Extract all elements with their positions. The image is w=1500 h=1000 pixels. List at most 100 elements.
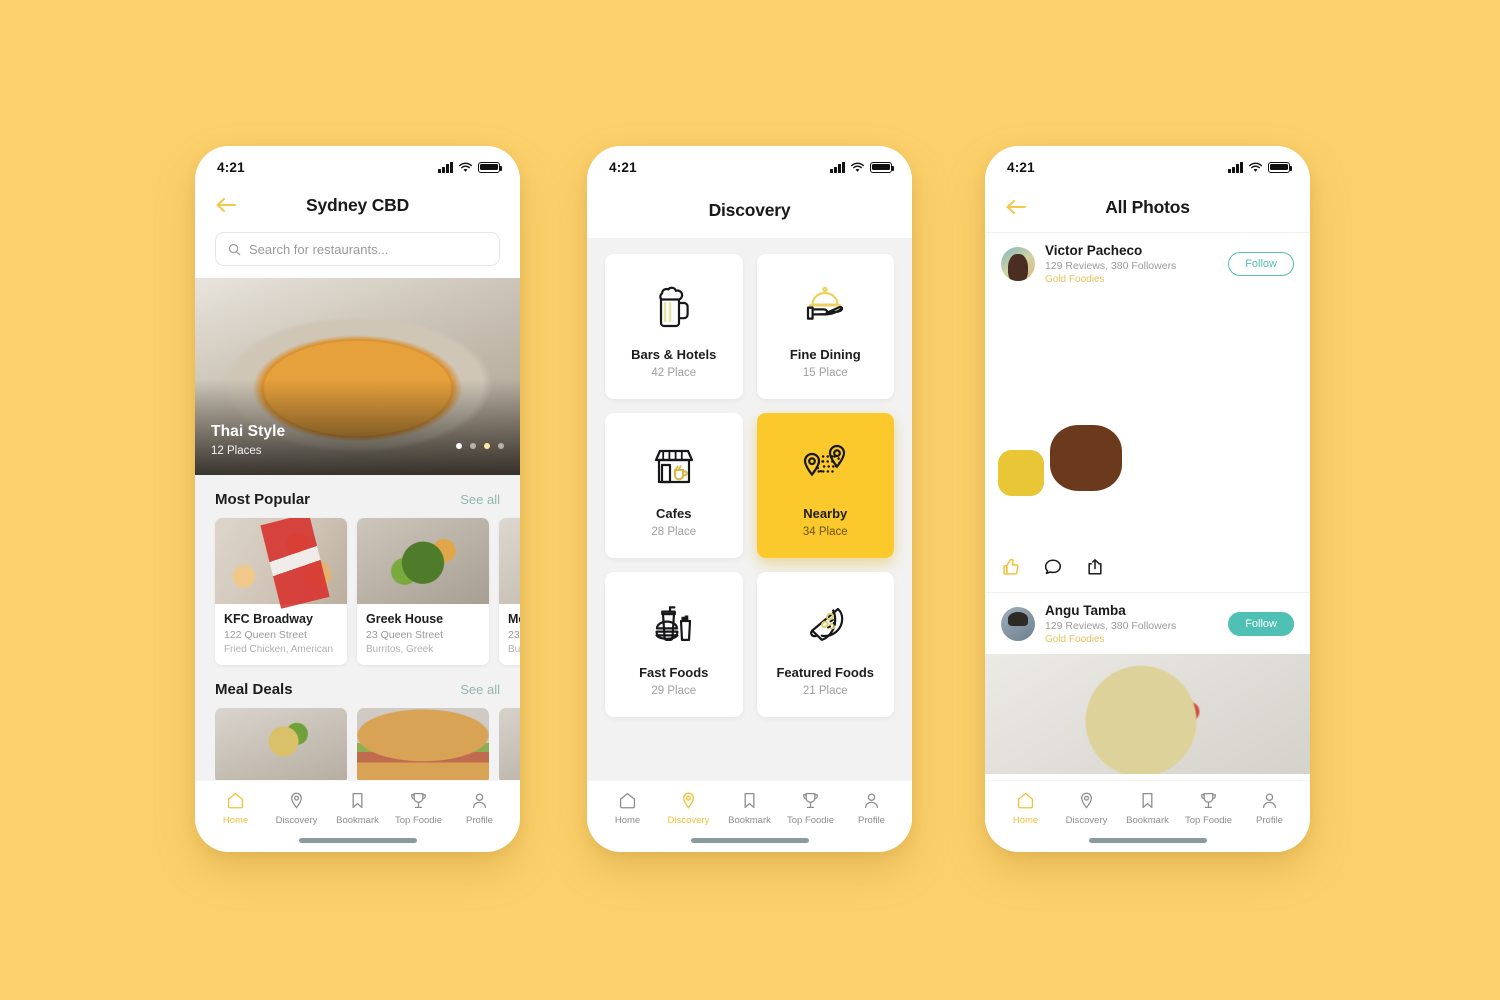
category-card-fine-dining[interactable]: Fine Dining 15 Place	[756, 254, 894, 399]
bottom-tab-bar[interactable]: Home Discovery Bookmark Top Foodie Profi…	[985, 780, 1310, 831]
user-info: Victor Pacheco 129 Reviews, 380 Follower…	[1045, 243, 1218, 285]
arrow-left-icon[interactable]	[213, 192, 239, 218]
category-name: Nearby	[803, 505, 848, 521]
share-icon[interactable]	[1085, 557, 1105, 582]
category-grid: Bars & Hotels 42 Place Fine Dining 15 Pl…	[605, 254, 894, 717]
avatar[interactable]	[1001, 247, 1035, 281]
tab-label: Home	[614, 815, 641, 827]
page-title: Discovery	[708, 199, 791, 220]
follow-button[interactable]: Follow	[1228, 252, 1294, 276]
tab-home[interactable]: Home	[599, 791, 657, 826]
category-name: Featured Foods	[776, 664, 874, 680]
tab-discovery[interactable]: Discovery	[268, 791, 326, 826]
tab-top-foodie[interactable]: Top Foodie	[782, 791, 840, 826]
status-time: 4:21	[609, 159, 637, 175]
tab-top-foodie[interactable]: Top Foodie	[1180, 791, 1238, 826]
category-card-nearby[interactable]: Nearby 34 Place	[756, 413, 894, 558]
tab-profile[interactable]: Profile	[843, 791, 901, 826]
follow-button[interactable]: Follow	[1228, 612, 1294, 636]
carousel-dot[interactable]	[498, 443, 504, 450]
serving-dome-hand-icon	[799, 275, 851, 337]
restaurant-thumbnail	[499, 518, 520, 605]
most-popular-list[interactable]: KFC Broadway 122 Queen Street Fried Chic…	[195, 518, 520, 666]
signal-bars-icon	[438, 161, 453, 173]
hero-subtitle: 12 Places	[211, 445, 262, 458]
tab-bookmark[interactable]: Bookmark	[329, 791, 387, 826]
category-count: 34 Place	[802, 525, 848, 538]
see-all-link-meal-deals[interactable]: See all	[460, 682, 500, 697]
carousel-dot[interactable]	[470, 443, 476, 450]
category-card-bars-hotels[interactable]: Bars & Hotels 42 Place	[605, 254, 743, 399]
section-title: Most Popular	[215, 491, 311, 509]
status-bar: 4:21	[195, 146, 520, 182]
hero-banner[interactable]: Thai Style 12 Places	[195, 278, 520, 476]
tab-top-foodie[interactable]: Top Foodie	[390, 791, 448, 826]
feed-photo[interactable]	[985, 654, 1310, 774]
carousel-dots[interactable]	[456, 443, 504, 450]
deal-card[interactable]	[215, 708, 347, 781]
category-card-fast-foods[interactable]: Fast Foods 29 Place	[605, 572, 743, 717]
post-actions	[985, 546, 1310, 592]
avatar[interactable]	[1001, 607, 1035, 641]
tab-profile[interactable]: Profile	[451, 791, 509, 826]
bookmark-icon	[744, 793, 755, 809]
tab-discovery[interactable]: Discovery	[660, 791, 718, 826]
restaurant-card[interactable]: Greek House 23 Queen Street Burritos, Gr…	[357, 518, 489, 666]
screenshot-canvas: 4:21 Sydney CBD Search for restaurants..…	[0, 0, 1500, 1000]
photo-feed: Victor Pacheco 129 Reviews, 380 Follower…	[985, 232, 1310, 781]
see-all-link-most-popular[interactable]: See all	[460, 492, 500, 507]
search-input[interactable]	[249, 241, 487, 257]
location-pin-icon	[291, 793, 302, 810]
tab-profile[interactable]: Profile	[1241, 791, 1299, 826]
tab-label: Profile	[466, 815, 493, 827]
tab-home[interactable]: Home	[207, 791, 265, 826]
feed-user-row: Victor Pacheco 129 Reviews, 380 Follower…	[985, 232, 1310, 294]
food-photo-curry	[985, 654, 1310, 774]
feed-photo[interactable]	[985, 294, 1310, 546]
restaurant-card[interactable]: KFC Broadway 122 Queen Street Fried Chic…	[215, 518, 347, 666]
tab-label: Bookmark	[728, 815, 771, 827]
comment-bubble-icon[interactable]	[1043, 557, 1063, 582]
section-header-most-popular: Most Popular See all	[195, 475, 520, 518]
deal-card[interactable]	[357, 708, 489, 781]
deal-card[interactable]	[499, 708, 520, 781]
category-card-cafes[interactable]: Cafes 28 Place	[605, 413, 743, 558]
trophy-icon	[803, 793, 818, 809]
phone-mockup-home: 4:21 Sydney CBD Search for restaurants..…	[195, 146, 520, 852]
wifi-icon	[850, 162, 865, 172]
restaurant-tags: Fried Chicken, American	[224, 644, 333, 656]
restaurant-card[interactable]: Me 23 Q Burr	[499, 518, 520, 666]
carousel-dot[interactable]	[484, 443, 490, 450]
thumbs-up-icon[interactable]	[1001, 557, 1021, 582]
wifi-icon	[458, 162, 473, 172]
meal-deals-list[interactable]	[195, 708, 520, 781]
category-name: Cafes	[656, 505, 692, 521]
arrow-left-icon[interactable]	[1003, 194, 1029, 220]
category-count: 42 Place	[651, 366, 697, 379]
trophy-icon	[1201, 793, 1216, 809]
phone-mockup-all-photos: 4:21 All Photos Victor Pacheco 129 Revie…	[985, 146, 1310, 852]
tab-label: Bookmark	[1126, 815, 1169, 827]
tab-home[interactable]: Home	[997, 791, 1055, 826]
carousel-dot[interactable]	[456, 443, 462, 450]
tab-bookmark[interactable]: Bookmark	[1119, 791, 1177, 826]
category-name: Fine Dining	[789, 346, 861, 362]
search-box[interactable]	[215, 232, 500, 266]
bottom-tab-bar[interactable]: Home Discovery Bookmark Top Foodie Profi…	[587, 780, 912, 831]
home-indicator	[195, 830, 520, 852]
user-name: Victor Pacheco	[1045, 243, 1143, 258]
home-icon	[619, 793, 636, 809]
feed-user-row: Angu Tamba 129 Reviews, 380 Followers Go…	[985, 592, 1310, 654]
home-icon	[227, 793, 244, 809]
wifi-icon	[1248, 162, 1263, 172]
tab-bookmark[interactable]: Bookmark	[721, 791, 779, 826]
nav-bar: All Photos	[985, 182, 1310, 232]
category-count: 28 Place	[651, 525, 697, 538]
map-route-pins-icon	[797, 434, 853, 496]
tab-label: Profile	[1256, 815, 1283, 827]
restaurant-name: Greek House	[366, 612, 444, 627]
status-bar: 4:21	[587, 146, 912, 182]
category-card-featured-foods[interactable]: Featured Foods 21 Place	[756, 572, 894, 717]
bottom-tab-bar[interactable]: Home Discovery Bookmark Top Foodie Profi…	[195, 780, 520, 831]
tab-discovery[interactable]: Discovery	[1058, 791, 1116, 826]
